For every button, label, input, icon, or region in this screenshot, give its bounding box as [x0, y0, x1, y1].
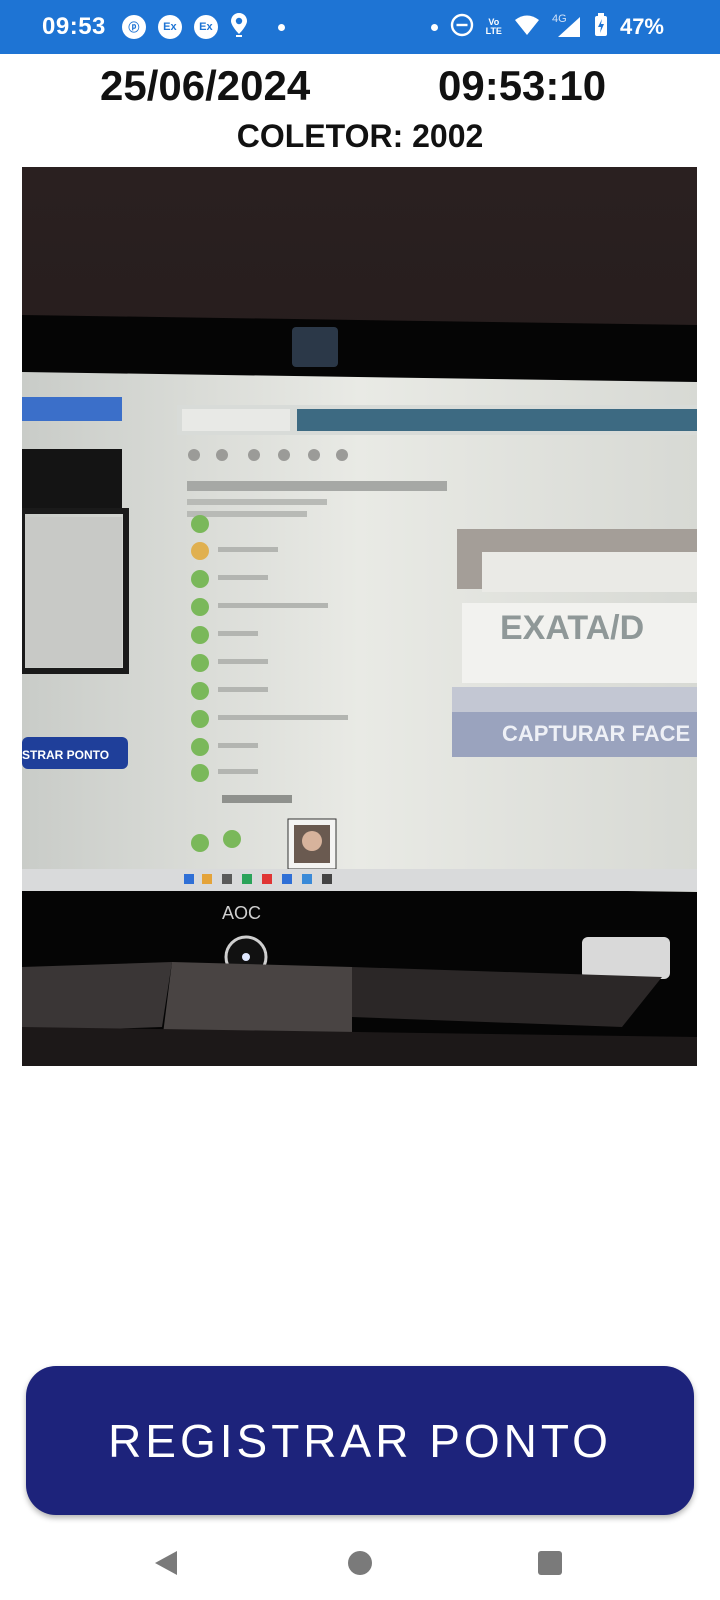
collector-label: COLETOR: 2002 — [236, 118, 484, 154]
camera-feed-image: STRAR PONTO EXATA/D CAPTURAR FACE AOC — [22, 167, 697, 1066]
status-bar: 09:53 ⓟ Ex Ex Vo LTE 4G 47% — [0, 0, 720, 54]
volte-label-bottom: LTE — [485, 26, 502, 36]
volte-icon: Vo LTE — [486, 18, 502, 36]
monitor-brand: AOC — [222, 903, 261, 923]
ex-app-icon: Ex — [193, 15, 218, 39]
back-icon[interactable] — [144, 1541, 188, 1585]
dot-icon — [277, 23, 285, 31]
screen-brand-text: EXATA/D — [500, 609, 644, 647]
do-not-disturb-icon — [450, 13, 474, 42]
shield-app-icon: ⓟ — [121, 15, 146, 39]
recents-icon[interactable] — [528, 1541, 572, 1585]
camera-preview: STRAR PONTO EXATA/D CAPTURAR FACE AOC — [22, 167, 697, 1066]
navigation-bar — [0, 1525, 720, 1600]
system-icons: Vo LTE 4G 47% — [430, 0, 664, 54]
wifi-icon — [514, 14, 540, 41]
notification-icons: ⓟ Ex Ex — [121, 12, 285, 43]
battery-charging-icon — [594, 12, 608, 42]
battery-percent: 47% — [619, 14, 664, 39]
date-time-row: 25/06/2024 09:53:10 — [0, 62, 720, 110]
date-display: 25/06/2024 — [100, 62, 311, 109]
home-icon[interactable] — [338, 1541, 382, 1585]
screen-left-button-text: STRAR PONTO — [22, 748, 109, 762]
register-point-button[interactable]: REGISTRAR PONTO — [26, 1366, 694, 1515]
dot-icon — [430, 23, 438, 31]
screen-capture-text: CAPTURAR FACE — [502, 721, 690, 746]
location-icon — [230, 12, 248, 43]
status-time: 09:53 — [42, 13, 106, 40]
cellular-signal-icon: 4G — [552, 13, 582, 39]
clock-display: 09:53:10 — [438, 62, 607, 109]
ex-app-icon: Ex — [157, 15, 182, 39]
